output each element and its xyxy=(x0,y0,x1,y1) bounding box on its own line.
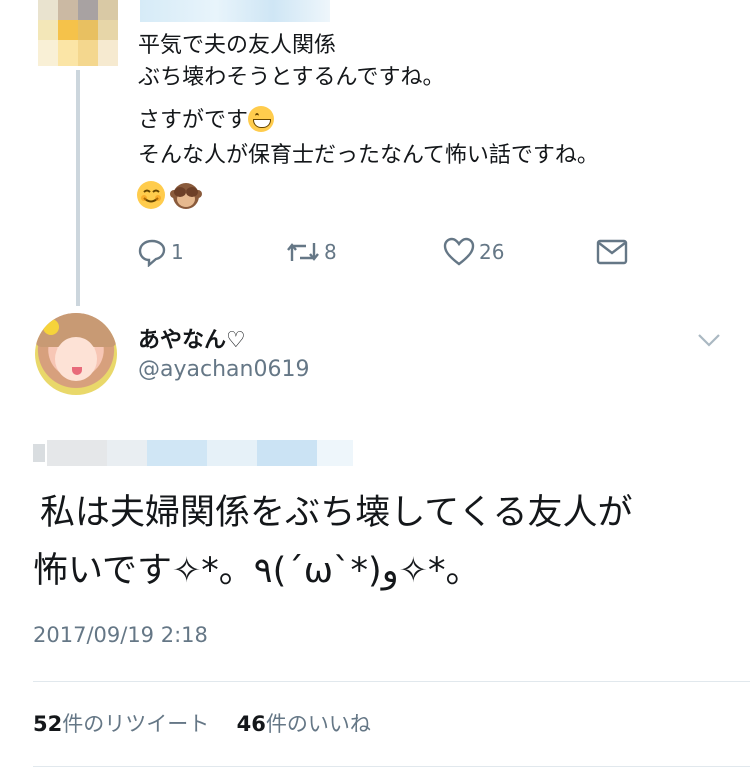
tweet-text-line1: 私は夫婦関係をぶち壊してくる友人が xyxy=(40,493,633,533)
reply-text-line3: さすがです xyxy=(138,108,249,133)
tweet-stats: 52件のリツイート 46件のいいね xyxy=(33,708,371,738)
tweet-text-line2: 怖いです✧*。٩(ˊωˋ*)و✧*。 xyxy=(33,551,481,591)
blurred-header xyxy=(140,0,330,22)
reply-action[interactable]: 1 xyxy=(137,236,184,268)
message-action[interactable] xyxy=(596,236,628,268)
thread-line xyxy=(76,70,80,306)
chevron-down-icon[interactable] xyxy=(697,332,721,352)
envelope-icon xyxy=(596,239,628,265)
reply-text-line1: 平気で夫の友人関係 xyxy=(138,33,337,58)
retweet-action[interactable]: 8 xyxy=(286,236,337,268)
like-action[interactable]: 26 xyxy=(443,236,504,268)
display-name[interactable]: あやなん♡ xyxy=(138,322,246,354)
blurred-reply-to xyxy=(33,440,353,466)
reply-text-line3-row: さすがです xyxy=(138,105,275,136)
likes-count: 46 xyxy=(236,712,266,736)
reply-count: 1 xyxy=(171,240,184,264)
reply-icon xyxy=(138,239,166,267)
retweets-stat[interactable]: 52件のリツイート xyxy=(33,712,209,736)
reply-text-line4: そんな人が保育士だったなんて怖い話ですね。 xyxy=(138,143,599,168)
divider xyxy=(33,681,750,682)
blurred-avatar xyxy=(38,0,118,70)
retweets-label: 件のリツイート xyxy=(62,712,210,736)
grinning-face-icon xyxy=(248,106,275,132)
user-handle[interactable]: @ayachan0619 xyxy=(138,357,309,382)
divider xyxy=(33,766,750,767)
retweet-icon xyxy=(287,243,319,261)
retweet-count: 8 xyxy=(324,240,337,264)
see-no-evil-monkey-icon xyxy=(170,180,202,214)
like-count: 26 xyxy=(479,240,505,264)
flower-decoration xyxy=(43,319,59,335)
heart-icon xyxy=(443,237,475,266)
tweet-timestamp[interactable]: 2017/09/19 2:18 xyxy=(33,623,208,647)
likes-label: 件のいいね xyxy=(265,712,371,736)
avatar[interactable] xyxy=(35,313,117,395)
reply-text-line2: ぶち壊わそうとするんですね。 xyxy=(138,65,445,90)
likes-stat[interactable]: 46件のいいね xyxy=(237,712,371,736)
retweets-count: 52 xyxy=(33,712,63,736)
